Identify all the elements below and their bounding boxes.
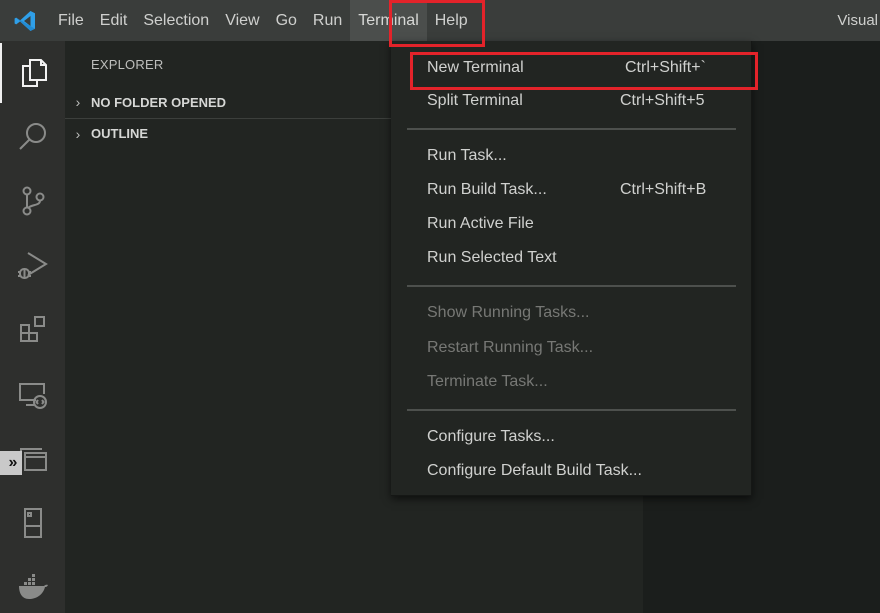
run-debug-icon: [17, 252, 48, 279]
menu-item-label: Restart Running Task...: [427, 339, 594, 356]
menu-run[interactable]: Run: [305, 0, 350, 41]
activity-source-control[interactable]: [0, 171, 65, 231]
menu-item-label: Run Task...: [427, 147, 507, 164]
remote-explorer-icon: [18, 383, 47, 409]
extensions-icon: [19, 316, 45, 342]
menu-separator: [407, 128, 736, 130]
menu-help[interactable]: Help: [427, 0, 476, 41]
explorer-sidebar: EXPLORER › NO FOLDER OPENED › OUTLINE: [65, 41, 395, 613]
chevron-right-icon: ›: [75, 125, 81, 142]
menu-item-run-task[interactable]: Run Task...: [391, 140, 752, 172]
menu-item-label: Run Build Task...: [427, 181, 547, 198]
menu-item-label: Configure Tasks...: [427, 428, 555, 445]
section-outline[interactable]: › OUTLINE: [65, 118, 395, 148]
menu-item-split-terminal[interactable]: Split Terminal Ctrl+Shift+5: [391, 85, 752, 117]
menu-item-run-selected-text[interactable]: Run Selected Text: [391, 242, 752, 274]
menu-item-label: Run Selected Text: [427, 249, 557, 266]
menu-item-label: Split Terminal: [427, 92, 523, 109]
menu-item-label: Configure Default Build Task...: [427, 462, 642, 479]
docker-icon: [18, 574, 48, 599]
search-icon: [18, 123, 46, 150]
menu-item-terminate-task: Terminate Task...: [391, 366, 752, 398]
menu-item-configure-default-build-task[interactable]: Configure Default Build Task...: [391, 455, 752, 487]
menu-item-run-active-file[interactable]: Run Active File: [391, 208, 752, 240]
source-control-icon: [22, 186, 44, 216]
menu-item-show-running-tasks: Show Running Tasks...: [391, 297, 752, 329]
menu-file[interactable]: File: [50, 0, 92, 41]
terminal-menu-dropdown: New Terminal Ctrl+Shift+` Split Terminal…: [391, 41, 752, 496]
title-bar: File Edit Selection View Go Run Terminal…: [0, 0, 880, 41]
activity-remote-explorer[interactable]: [0, 365, 65, 425]
window-title: Visual: [837, 12, 878, 29]
section-no-folder-opened[interactable]: › NO FOLDER OPENED: [65, 87, 395, 117]
menu-view[interactable]: View: [217, 0, 267, 41]
activity-run-debug[interactable]: [0, 235, 65, 295]
menu-separator: [407, 285, 736, 287]
menu-item-run-build-task[interactable]: Run Build Task... Ctrl+Shift+B: [391, 174, 752, 206]
menu-item-configure-tasks[interactable]: Configure Tasks...: [391, 421, 752, 453]
vscode-logo-icon: [0, 0, 50, 41]
activity-extensions[interactable]: [0, 299, 65, 359]
menu-item-shortcut: Ctrl+Shift+`: [625, 59, 706, 76]
activity-explorer[interactable]: [0, 43, 65, 103]
activity-search[interactable]: [0, 107, 65, 167]
menu-item-label: New Terminal: [427, 59, 524, 76]
section-label: OUTLINE: [91, 126, 149, 141]
device-icon: [23, 508, 42, 538]
menu-item-label: Show Running Tasks...: [427, 304, 590, 321]
menu-item-shortcut: Ctrl+Shift+5: [620, 92, 705, 109]
sidebar-title: EXPLORER: [91, 57, 164, 72]
menu-go[interactable]: Go: [268, 0, 305, 41]
menu-edit[interactable]: Edit: [92, 0, 136, 41]
activity-bar: »: [0, 41, 65, 613]
menu-selection[interactable]: Selection: [135, 0, 217, 41]
menu-item-label: Terminate Task...: [427, 373, 548, 390]
files-icon: [21, 59, 47, 87]
menu-item-restart-running-task: Restart Running Task...: [391, 332, 752, 364]
chevron-right-icon: ›: [75, 94, 81, 110]
activity-docker[interactable]: [0, 557, 65, 613]
expand-panel-button[interactable]: »: [0, 451, 22, 475]
menu-item-label: Run Active File: [427, 215, 534, 232]
menu-item-new-terminal[interactable]: New Terminal Ctrl+Shift+`: [391, 52, 752, 84]
menu-item-shortcut: Ctrl+Shift+B: [620, 181, 707, 198]
menu-terminal[interactable]: Terminal: [350, 0, 427, 41]
section-label: NO FOLDER OPENED: [91, 94, 227, 110]
activity-device[interactable]: [0, 493, 65, 553]
menu-separator: [407, 409, 736, 411]
